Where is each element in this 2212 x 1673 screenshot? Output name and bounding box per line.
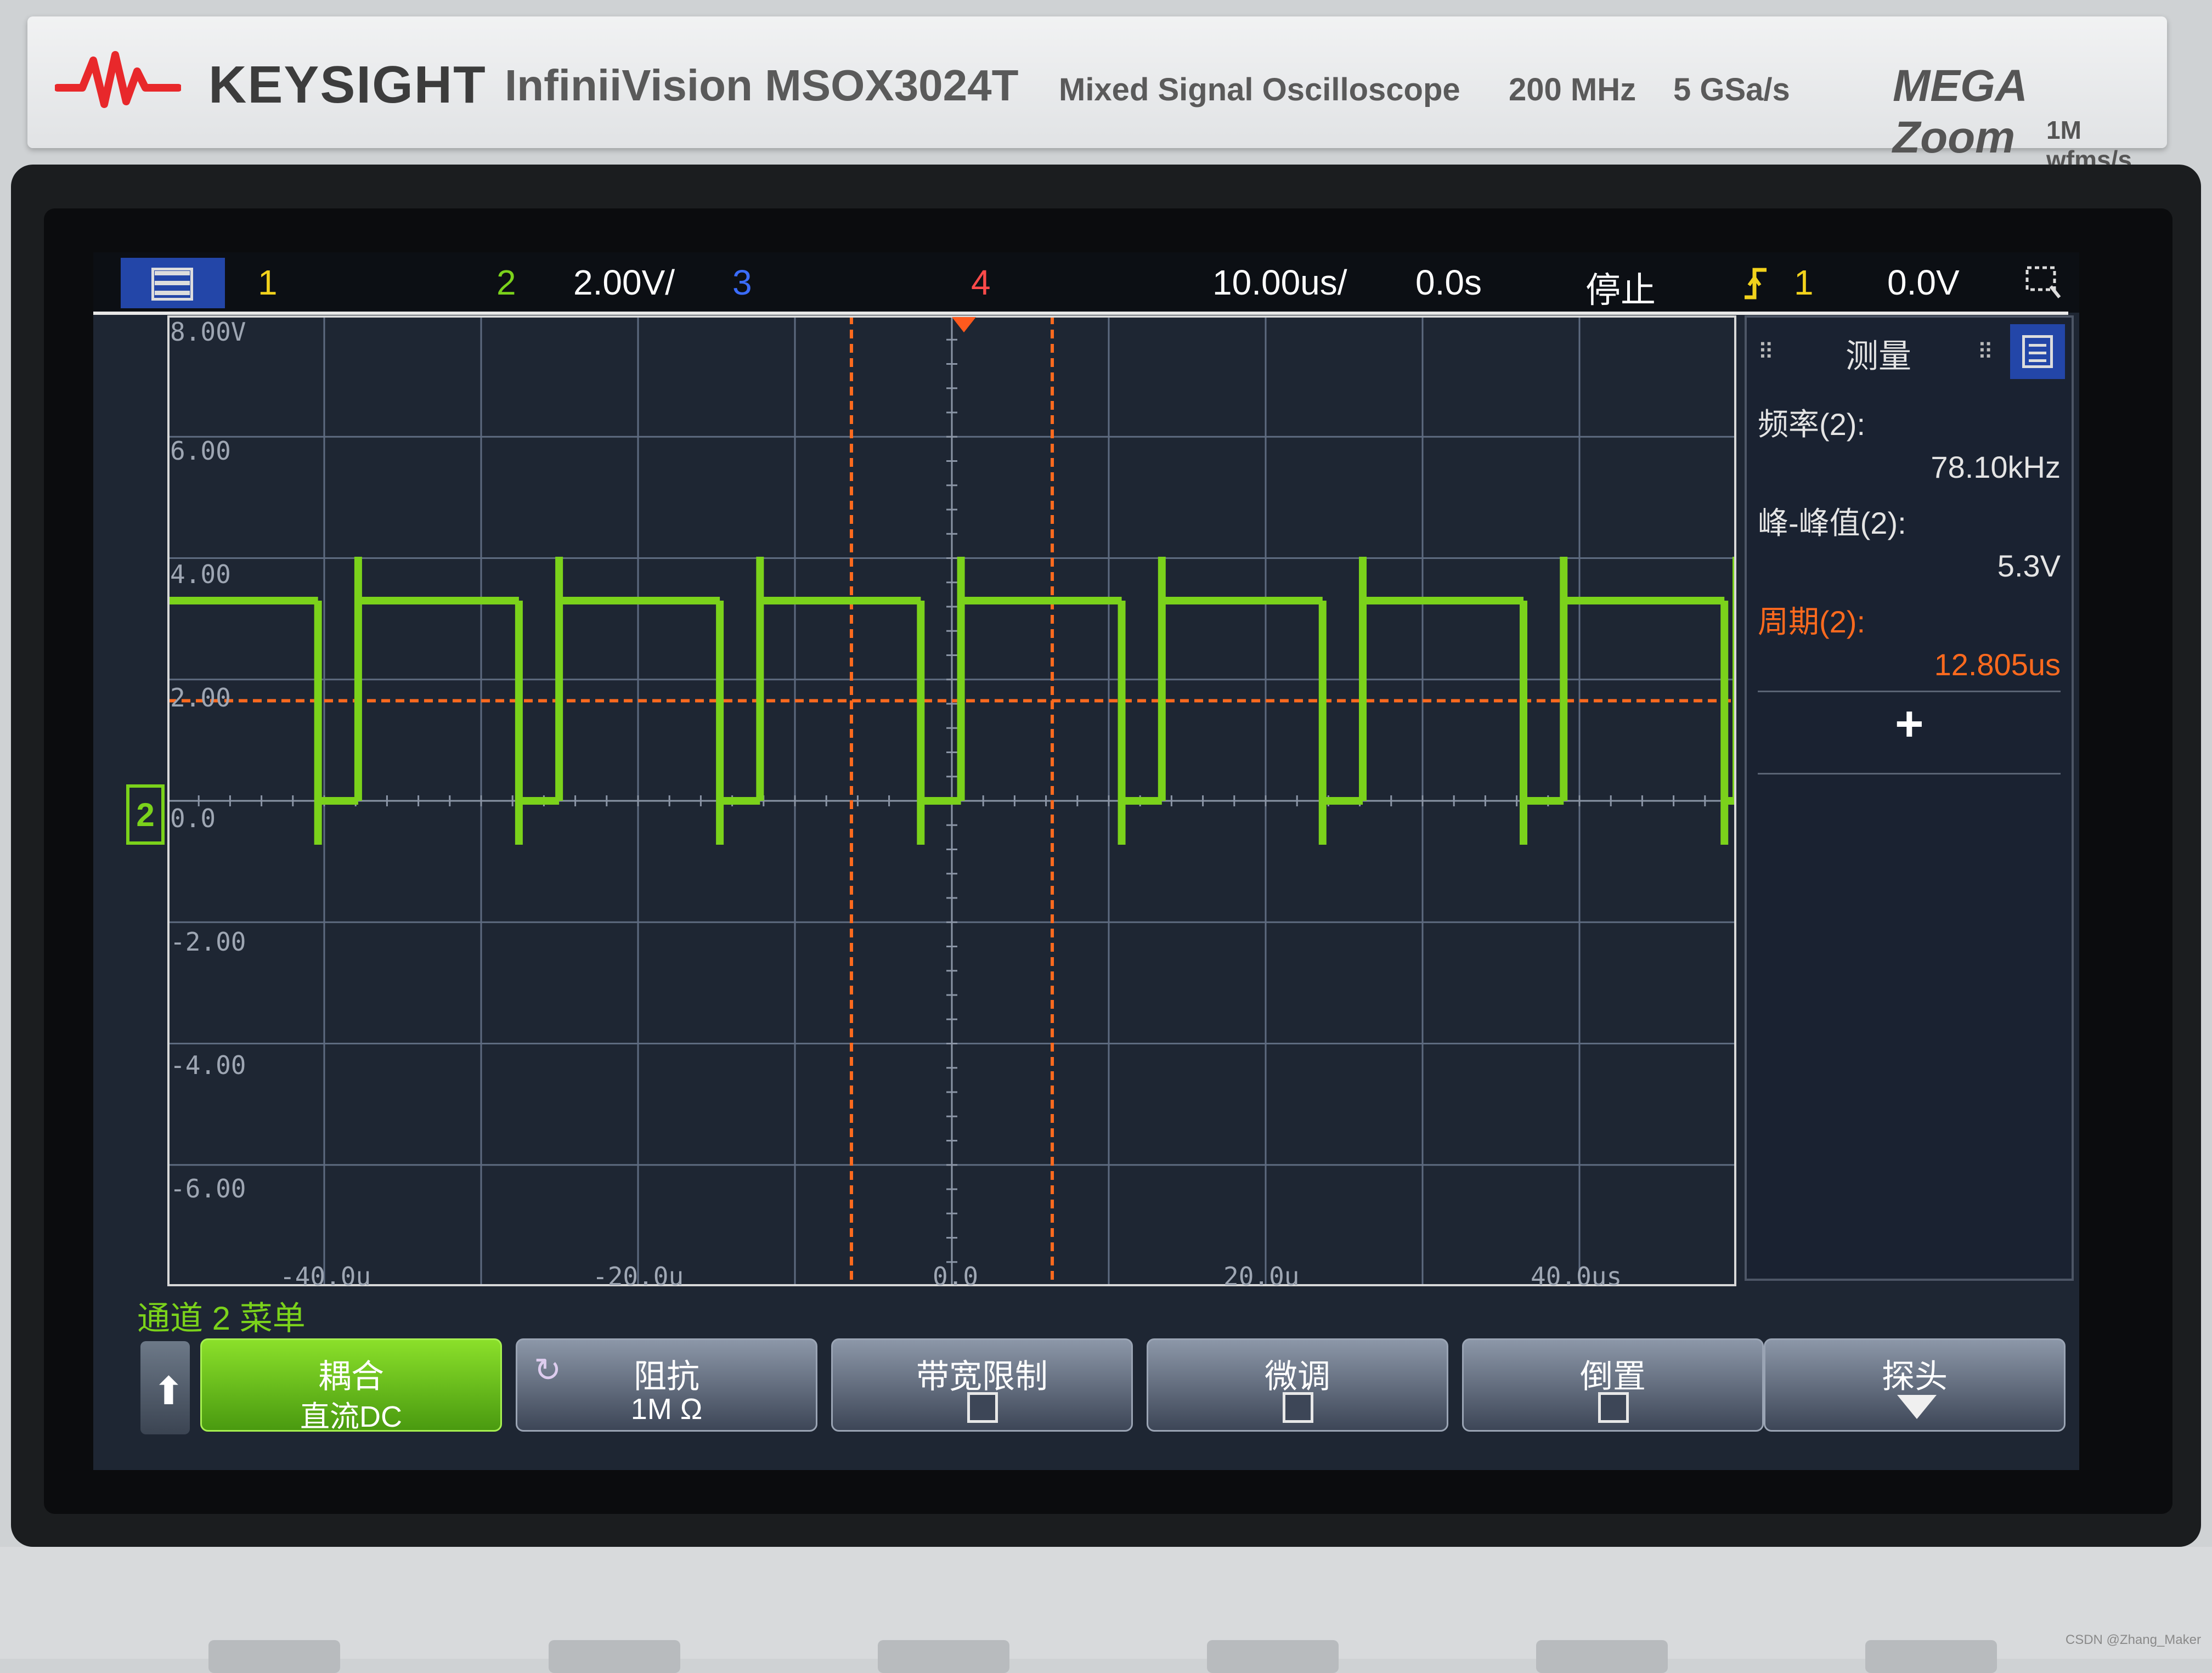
hardware-softkey-6[interactable] <box>1865 1640 1997 1673</box>
softkey-invert[interactable]: 倒置 <box>1462 1338 1764 1432</box>
channel-3-indicator[interactable]: 3 <box>732 262 752 303</box>
measurement-separator <box>1758 691 2061 692</box>
measurement-label-peak-to-peak[interactable]: 峰-峰值(2): <box>1758 499 1906 543</box>
softkey-coupling-value: 直流DC <box>300 1400 402 1433</box>
y-tick-label: 0.0 <box>170 804 216 833</box>
measurements-panel: ⠿ 测量 ⠿ 频率(2): 78.10kHz 峰-峰值(2): 5.3V 周期(… <box>1745 315 2074 1281</box>
add-measurement-icon[interactable]: + <box>1895 696 1924 753</box>
drag-grip-icon[interactable]: ⠿ <box>1758 340 1774 365</box>
measurement-separator <box>1758 773 2061 775</box>
main-menu-icon[interactable] <box>121 258 225 308</box>
zoom-box-icon[interactable] <box>2024 263 2063 302</box>
hardware-softkey-2[interactable] <box>549 1640 680 1673</box>
submenu-down-arrow-icon <box>1897 1395 1937 1419</box>
front-panel-bottom <box>0 1547 2212 1673</box>
trigger-edge-icon <box>1745 268 1767 299</box>
measurement-label-period[interactable]: 周期(2): <box>1758 597 1865 642</box>
y-tick-label: -2.00 <box>170 927 246 957</box>
run-state[interactable]: 停止 <box>1585 262 1656 313</box>
y-tick-label: 2.00 <box>170 683 231 713</box>
x-tick-label: -40.0u <box>280 1262 371 1291</box>
bandwidth-limit-checkbox[interactable] <box>967 1392 998 1423</box>
softkey-coupling[interactable]: 耦合 直流DC <box>200 1338 502 1433</box>
up-arrow-icon: ⬆ <box>153 1370 185 1412</box>
y-tick-label: 8.00V <box>170 317 246 347</box>
keysight-logo-icon <box>55 51 181 108</box>
measurement-value-frequency: 78.10kHz <box>1931 450 2061 484</box>
softkey-fine-title: 微调 <box>1265 1358 1330 1395</box>
softkey-impedance-title: 阻抗 <box>634 1358 699 1395</box>
model-description: Mixed Signal Oscilloscope <box>1059 72 1460 108</box>
bandwidth-label: 200 MHz <box>1509 72 1637 108</box>
hardware-softkey-3[interactable] <box>878 1640 1009 1673</box>
horizontal-delay[interactable]: 0.0s <box>1415 262 1482 303</box>
softkey-impedance-value: 1M Ω <box>630 1393 703 1426</box>
channel-4-indicator[interactable]: 4 <box>971 262 991 303</box>
hardware-softkey-5[interactable] <box>1536 1640 1668 1673</box>
hardware-softkey-4[interactable] <box>1207 1640 1339 1673</box>
menu-back-button[interactable]: ⬆ <box>140 1341 190 1434</box>
x-tick-label: 40.0us <box>1531 1262 1622 1291</box>
softkey-probe-title: 探头 <box>1882 1358 1948 1395</box>
y-tick-label: 6.00 <box>170 436 231 466</box>
softkey-fine[interactable]: 微调 <box>1147 1338 1448 1432</box>
display-top-rule <box>93 312 2068 315</box>
y-tick-label: -6.00 <box>170 1174 246 1203</box>
model-name: InfiniiVision MSOX3024T <box>505 61 1019 110</box>
channel-2-scale[interactable]: 2.00V/ <box>573 262 675 303</box>
x-tick-label: 20.0u <box>1223 1262 1300 1291</box>
channel-2-indicator[interactable]: 2 <box>496 262 516 303</box>
measurement-value-period: 12.805us <box>1934 647 2061 682</box>
megazoom-logo: MEGA Zoom 1M wfms/s <box>1882 38 2145 174</box>
watermark: CSDN @Zhang_Maker <box>2065 1632 2201 1647</box>
softkey-invert-title: 倒置 <box>1580 1358 1646 1395</box>
status-bar: 1 2 2.00V/ 3 4 10.00us/ 0.0s 停止 1 0.0V <box>93 252 2079 313</box>
drag-grip-icon[interactable]: ⠿ <box>1977 340 1993 365</box>
x-tick-label: 0.0 <box>933 1262 979 1291</box>
y-tick-label: -4.00 <box>170 1050 246 1080</box>
instrument-brand-bar: KEYSIGHT InfiniiVision MSOX3024T Mixed S… <box>27 16 2167 174</box>
graticule-frame <box>167 315 1736 1286</box>
sample-rate-label: 5 GSa/s <box>1673 72 1790 108</box>
measurements-title: 测量 <box>1846 338 1911 375</box>
measurements-menu-icon[interactable] <box>2010 324 2065 379</box>
channel-1-indicator[interactable]: 1 <box>258 262 278 303</box>
fine-checkbox[interactable] <box>1283 1392 1313 1423</box>
softkey-menu-title: 通道 2 菜单 <box>137 1300 306 1337</box>
oscilloscope-display: 1 2 2.00V/ 3 4 10.00us/ 0.0s 停止 1 0.0V 2… <box>93 252 2079 1470</box>
softkey-impedance[interactable]: ↻ 阻抗 1M Ω <box>516 1338 817 1432</box>
brand-name: KEYSIGHT <box>208 55 487 114</box>
softkey-bandwidth-limit[interactable]: 带宽限制 <box>831 1338 1133 1432</box>
x-tick-label: -20.0u <box>592 1262 684 1291</box>
hardware-softkey-1[interactable] <box>208 1640 340 1673</box>
measurement-value-peak-to-peak: 5.3V <box>1997 549 2061 583</box>
channel-2-ground-marker[interactable]: 2 <box>126 784 165 845</box>
y-tick-label: 4.00 <box>170 559 231 589</box>
softkey-coupling-title: 耦合 <box>318 1358 384 1395</box>
invert-checkbox[interactable] <box>1598 1392 1629 1423</box>
trigger-position-marker <box>952 317 976 332</box>
timebase-scale[interactable]: 10.00us/ <box>1212 262 1347 303</box>
softkey-bandwidth-limit-title: 带宽限制 <box>916 1358 1048 1395</box>
trigger-source[interactable]: 1 <box>1794 262 1814 303</box>
trigger-level[interactable]: 0.0V <box>1887 262 1960 303</box>
measurements-header: ⠿ 测量 ⠿ <box>1747 318 2072 383</box>
softkey-probe[interactable]: 探头 <box>1764 1338 2066 1432</box>
measurement-label-frequency[interactable]: 频率(2): <box>1758 400 1865 444</box>
